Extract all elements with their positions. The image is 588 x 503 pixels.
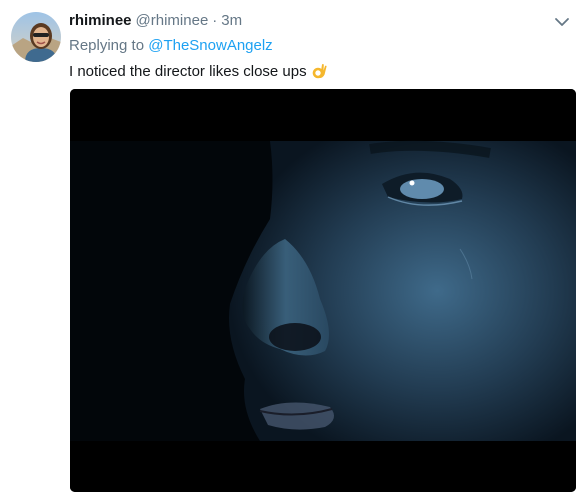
replying-to: Replying to @TheSnowAngelz <box>69 37 273 54</box>
avatar[interactable] <box>11 12 61 62</box>
display-name[interactable]: rhiminee <box>69 12 132 29</box>
separator-dot: · <box>212 12 218 29</box>
chevron-down-icon[interactable] <box>554 14 570 30</box>
timestamp[interactable]: 3m <box>221 12 242 29</box>
user-handle[interactable]: @rhiminee <box>136 12 209 29</box>
media-image[interactable] <box>70 89 576 492</box>
tweet-header: rhiminee @rhiminee · 3m <box>69 12 242 32</box>
tweet-text: I noticed the director likes close ups <box>69 62 329 80</box>
ok-hand-icon <box>311 62 329 80</box>
tweet-body: I noticed the director likes close ups <box>69 62 307 80</box>
replying-label: Replying to <box>69 37 145 54</box>
reply-target-link[interactable]: @TheSnowAngelz <box>148 37 272 54</box>
tweet-card: rhiminee @rhiminee · 3m Replying to @The… <box>0 0 588 503</box>
